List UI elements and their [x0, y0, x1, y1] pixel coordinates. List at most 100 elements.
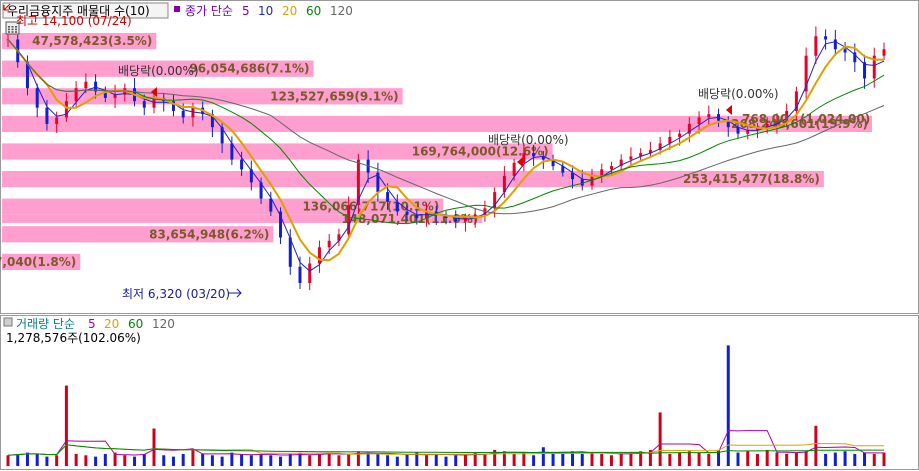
- stock-chart-window: 47,578,423(3.5%) 96,054,686(7.1%) 123,527,…: [0, 0, 919, 471]
- candle-body: [142, 101, 146, 108]
- volume-bar: [736, 452, 740, 466]
- profile-label: 47,578,423(3.5%): [32, 34, 152, 48]
- candle-body: [512, 162, 516, 176]
- chart-canvas: 47,578,423(3.5%) 96,054,686(7.1%) 123,527,…: [0, 0, 919, 470]
- volume-bar: [210, 455, 214, 466]
- volume-bar: [444, 456, 448, 466]
- candle-body: [230, 143, 234, 160]
- volume-bar: [162, 455, 166, 466]
- candle-body: [35, 88, 39, 108]
- candle-body: [308, 263, 312, 284]
- volume-bar: [142, 453, 146, 466]
- volume-panel: 거래량 단순 5 20 60 120 1,278,576주(102.06%): [0, 315, 919, 470]
- volume-bar: [697, 452, 701, 466]
- volume-bar: [853, 453, 857, 466]
- volume-bar: [785, 453, 789, 466]
- legend-label: 종가 단순: [185, 4, 233, 18]
- volume-bar: [824, 453, 828, 466]
- volume-bar: [45, 456, 49, 466]
- volume-legend-ma-20: 20: [104, 317, 119, 331]
- calculator-key: [8, 28, 10, 31]
- high-price-label: 최고 14,100 (07/24): [16, 14, 132, 28]
- volume-bar: [16, 453, 20, 466]
- volume-bar: [55, 455, 59, 466]
- volume-bar: [133, 456, 137, 466]
- volume-bar: [347, 453, 351, 466]
- volume-bar: [512, 453, 516, 466]
- profile-label: 24,137,040(1.8%): [0, 255, 76, 269]
- volume-bar: [220, 456, 224, 466]
- dividend-label: 배당락(0.00%): [118, 64, 199, 78]
- volume-bar: [872, 453, 876, 466]
- volume-bar: [395, 456, 399, 466]
- volume-bar: [171, 456, 175, 466]
- volume-bar: [794, 452, 798, 466]
- profile-label: 96,054,686(7.1%): [189, 62, 309, 76]
- candle-body: [64, 101, 68, 118]
- volume-bar: [386, 455, 390, 466]
- dividend-amount-label: 768.00: [742, 112, 788, 126]
- volume-bar: [249, 455, 253, 466]
- volume-bar: [668, 453, 672, 466]
- calculator-key: [15, 31, 17, 33]
- candle-body: [74, 88, 78, 102]
- volume-bar: [522, 452, 526, 466]
- calculator-key: [8, 31, 10, 33]
- volume-bar: [580, 453, 584, 466]
- legend-ma-60: 60: [306, 4, 321, 18]
- legend-ma-10: 10: [258, 4, 273, 18]
- candle-body: [84, 81, 88, 89]
- volume-bar: [317, 453, 321, 466]
- volume-bar: [181, 453, 185, 466]
- candle-body: [697, 117, 701, 124]
- volume-legend-ma-60: 60: [128, 317, 143, 331]
- candle-body: [327, 240, 331, 248]
- candle-body: [707, 114, 711, 118]
- volume-bar: [308, 455, 312, 466]
- volume-bar: [726, 345, 730, 466]
- candle-body: [405, 211, 409, 215]
- legend-ma-5: 5: [242, 4, 250, 18]
- volume-bar: [201, 453, 205, 466]
- candle-body: [678, 133, 682, 137]
- volume-bar: [240, 453, 244, 466]
- volume-bar: [532, 455, 536, 466]
- candle-body: [629, 156, 633, 160]
- calculator-key: [11, 26, 14, 28]
- volume-bar: [269, 455, 273, 466]
- calculator-key: [8, 26, 10, 28]
- candle-body: [181, 110, 185, 118]
- volume-legend-ma-5: 5: [88, 317, 96, 331]
- volume-bar: [678, 452, 682, 466]
- last-volume-label: 1,278,576주(102.06%): [6, 331, 141, 345]
- profile-label: 253,415,477(18.8%): [683, 172, 820, 186]
- dividend-amount-label: (1,024.00): [800, 112, 870, 126]
- volume-bar: [775, 452, 779, 466]
- candle-body: [609, 166, 613, 170]
- candle-body: [347, 205, 351, 235]
- candle-body: [55, 117, 59, 124]
- volume-bar: [259, 453, 263, 466]
- legend-swatch: [174, 6, 180, 12]
- volume-bar: [35, 453, 39, 466]
- volume-bar: [755, 453, 759, 466]
- candle-body: [395, 201, 399, 212]
- volume-bar: [609, 455, 613, 466]
- calculator-key: [11, 28, 14, 31]
- candle-body: [833, 39, 837, 50]
- volume-bar: [405, 453, 409, 466]
- dividend-label: 배당락(0.00%): [698, 87, 779, 101]
- volume-bar: [629, 452, 633, 466]
- candle-body: [843, 49, 847, 53]
- candle-body: [580, 179, 584, 186]
- volume-bar: [425, 455, 429, 466]
- volume-bar: [463, 453, 467, 466]
- volume-bar: [84, 455, 88, 466]
- volume-bar: [707, 453, 711, 466]
- volume-bar: [551, 453, 555, 466]
- volume-bar: [376, 453, 380, 466]
- volume-bar: [152, 428, 156, 466]
- candle-body: [415, 214, 419, 219]
- volume-bar: [590, 452, 594, 466]
- volume-bar: [765, 449, 769, 466]
